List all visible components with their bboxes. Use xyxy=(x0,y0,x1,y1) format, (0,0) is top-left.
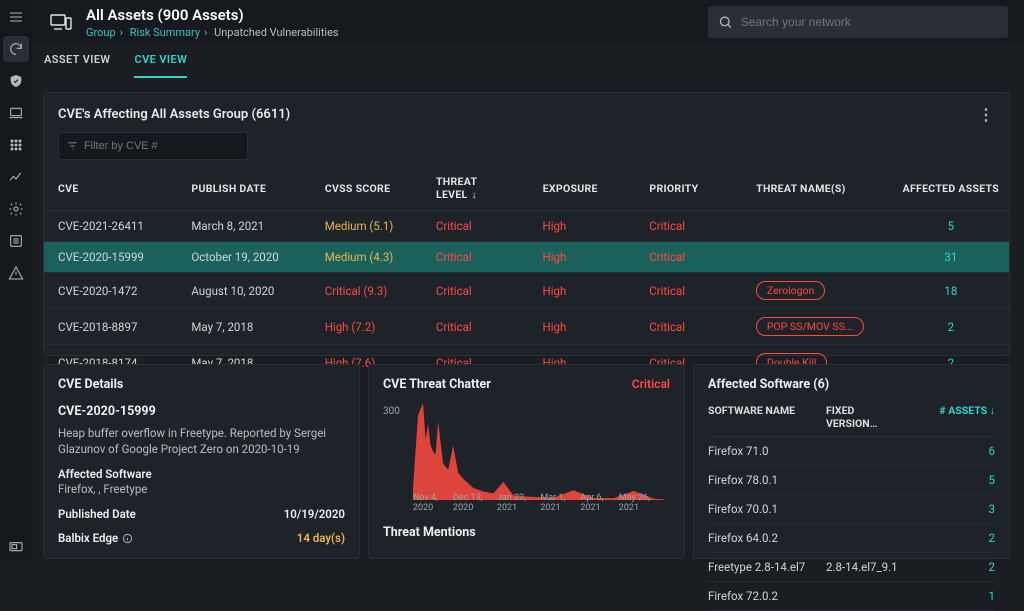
shield-icon[interactable] xyxy=(3,68,29,94)
col-soft-name[interactable]: SOFTWARE NAME xyxy=(708,404,826,430)
soft-title: Affected Software (6) xyxy=(708,377,995,392)
layout-icon[interactable] xyxy=(3,533,29,559)
chart-ytick: 300 xyxy=(383,406,400,417)
breadcrumb: Group› Risk Summary› Unpatched Vulnerabi… xyxy=(86,26,339,39)
table-row[interactable]: CVE-2020-1472August 10, 2020Critical (9.… xyxy=(44,273,1009,309)
trend-icon[interactable] xyxy=(3,164,29,190)
edge-label: Balbix Edge xyxy=(58,531,133,545)
more-icon[interactable]: ⋮ xyxy=(978,105,995,124)
laptop-icon[interactable] xyxy=(3,100,29,126)
threat-chatter-panel: CVE Threat Chatter Critical 300 Nov 4, 2… xyxy=(368,364,685,559)
col-soft-ver[interactable]: FIXED VERSION… xyxy=(826,404,906,430)
refresh-icon[interactable] xyxy=(3,36,29,62)
col-exposure[interactable]: EXPOSURE xyxy=(529,166,636,211)
cve-filter[interactable] xyxy=(58,132,248,160)
threat-pill[interactable]: POP SS/MOV SS... xyxy=(756,317,864,336)
list-item[interactable]: Firefox 71.06 xyxy=(708,437,995,466)
gear-icon[interactable] xyxy=(3,196,29,222)
cve-table-panel: CVE's Affecting All Assets Group (6611) … xyxy=(43,92,1010,356)
chart-xtick: Apr 6, 2021 xyxy=(580,493,618,513)
chart-xtick: Dec 13, 2020 xyxy=(453,493,497,513)
menu-icon[interactable] xyxy=(3,4,29,30)
list-item[interactable]: Firefox 78.0.15 xyxy=(708,466,995,495)
apps-icon[interactable] xyxy=(3,132,29,158)
chart-xtick: Mar 1, 2021 xyxy=(540,493,580,513)
threat-pill[interactable]: Zerologon xyxy=(756,281,825,300)
details-desc: Heap buffer overflow in Freetype. Report… xyxy=(58,425,345,457)
breadcrumb-item[interactable]: Group xyxy=(86,26,116,39)
table-row[interactable]: CVE-2021-26411March 8, 2021Medium (5.1)C… xyxy=(44,211,1009,242)
col-assets[interactable]: AFFECTED ASSETS xyxy=(887,166,1009,211)
cve-table: CVE PUBLISH DATE CVSS SCORE THREAT LEVEL… xyxy=(44,166,1009,211)
details-cve-id: CVE-2020-15999 xyxy=(58,404,345,419)
chatter-title: CVE Threat Chatter xyxy=(383,377,670,392)
cve-details-panel: CVE Details CVE-2020-15999 Heap buffer o… xyxy=(43,364,360,559)
chatter-chart: 300 Nov 4, 2020Dec 13, 2020Jan 22, 2021M… xyxy=(383,400,670,513)
table-row[interactable]: CVE-2020-15999October 19, 2020Medium (4.… xyxy=(44,242,1009,273)
chatter-level: Critical xyxy=(632,377,670,391)
devices-icon xyxy=(44,5,78,39)
list-icon[interactable] xyxy=(3,228,29,254)
col-soft-assets[interactable]: # ASSETS ↓ xyxy=(906,404,995,430)
list-item[interactable]: Freetype 2.8-14.el72.8-14.el7_9.12 xyxy=(708,553,995,582)
breadcrumb-item: Unpatched Vulnerabilities xyxy=(214,26,339,39)
chart-xtick: May 26, 2021 xyxy=(619,493,664,513)
chart-xtick: Jan 22, 2021 xyxy=(497,493,540,513)
sort-desc-icon: ↓ xyxy=(990,404,995,417)
search-icon xyxy=(718,14,733,30)
breadcrumb-item[interactable]: Risk Summary xyxy=(130,26,200,39)
page-header: All Assets (900 Assets) Group› Risk Summ… xyxy=(32,0,1024,44)
search-box[interactable] xyxy=(708,6,1008,38)
tab-cve-view[interactable]: CVE VIEW xyxy=(134,43,187,78)
info-icon[interactable] xyxy=(122,533,133,544)
threat-mentions-title: Threat Mentions xyxy=(383,525,670,540)
affected-software-panel: Affected Software (6) SOFTWARE NAME FIXE… xyxy=(693,364,1010,559)
pub-label: Published Date xyxy=(58,507,136,521)
col-threat-name[interactable]: THREAT NAME(S) xyxy=(742,166,887,211)
col-cve[interactable]: CVE xyxy=(44,166,177,211)
sort-desc-icon: ↓ xyxy=(472,190,477,201)
list-item[interactable]: Firefox 72.0.21 xyxy=(708,582,995,611)
list-item[interactable]: Firefox 64.0.22 xyxy=(708,524,995,553)
page-title: All Assets (900 Assets) xyxy=(86,6,339,24)
cve-panel-title: CVE's Affecting All Assets Group (6611) xyxy=(58,107,290,122)
col-cvss[interactable]: CVSS SCORE xyxy=(311,166,422,211)
tab-asset-view[interactable]: ASSET VIEW xyxy=(44,43,110,78)
pub-value: 10/19/2020 xyxy=(284,507,345,521)
col-publish[interactable]: PUBLISH DATE xyxy=(177,166,310,211)
nav-rail xyxy=(0,0,32,559)
search-input[interactable] xyxy=(741,15,998,29)
view-tabs: ASSET VIEW CVE VIEW xyxy=(32,44,187,78)
edge-value: 14 day(s) xyxy=(297,531,345,545)
col-threat[interactable]: THREAT LEVEL↓ xyxy=(422,166,529,211)
aff-sw-label: Affected Software xyxy=(58,467,152,481)
details-title: CVE Details xyxy=(58,377,345,392)
table-row[interactable]: CVE-2018-8897May 7, 2018High (7.2)Critic… xyxy=(44,309,1009,345)
filter-icon xyxy=(67,140,78,152)
list-item[interactable]: Firefox 70.0.13 xyxy=(708,495,995,524)
chart-xtick: Nov 4, 2020 xyxy=(413,493,453,513)
cve-filter-input[interactable] xyxy=(84,140,239,152)
warning-icon[interactable] xyxy=(3,260,29,286)
col-priority[interactable]: PRIORITY xyxy=(635,166,742,211)
aff-sw-value: Firefox, , Freetype xyxy=(58,481,345,497)
